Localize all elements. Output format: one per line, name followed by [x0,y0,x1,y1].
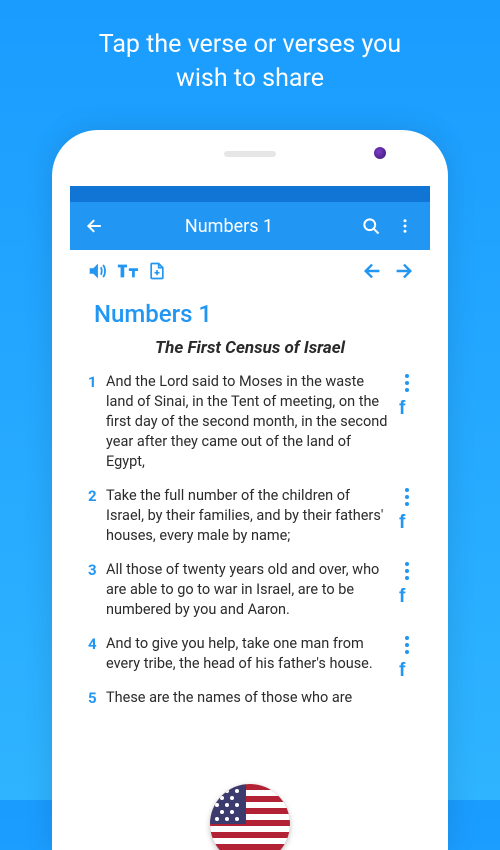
us-flag-icon [210,784,290,850]
verse-text: Take the full number of the children of … [106,487,383,544]
verse-number: 1 [88,372,97,393]
arrow-left-icon [85,216,105,236]
front-camera [374,147,386,159]
more-vert-icon [396,217,414,235]
verse-actions: f [399,634,414,677]
app-bar: Numbers 1 [70,202,430,250]
verse-actions: f [399,560,414,603]
facebook-share-button[interactable]: f [399,588,414,603]
verse-row[interactable]: 2 Take the full number of the children o… [84,486,416,546]
verse-more-button[interactable] [403,634,411,656]
overflow-button[interactable] [388,217,422,235]
verse-row[interactable]: 1 And the Lord said to Moses in the wast… [84,372,416,472]
verse-text: All those of twenty years old and over, … [106,561,379,618]
verse-row[interactable]: 3 All those of twenty years old and over… [84,560,416,620]
chapter-title: Numbers 1 [94,300,416,328]
note-add-button[interactable] [142,261,172,281]
phone-screen: Numbers 1 [70,186,430,850]
verse-number: 2 [88,486,97,507]
verse-text: And to give you help, take one man from … [106,635,373,672]
verse-more-button[interactable] [403,560,411,582]
text-size-icon [115,260,139,282]
search-icon [361,216,381,236]
prev-chapter-button[interactable] [358,260,388,282]
status-bar [70,186,430,202]
verse-row[interactable]: 4 And to give you help, take one man fro… [84,634,416,674]
verse-more-button[interactable] [403,486,411,508]
section-heading: The First Census of Israel [84,338,416,358]
verse-actions: f [399,372,414,415]
verse-text: These are the names of those who are [106,689,352,706]
text-size-button[interactable] [112,260,142,282]
promo-line2: wish to share [40,62,460,96]
toolbar [70,250,430,292]
reader-content[interactable]: Numbers 1 The First Census of Israel 1 A… [70,292,430,736]
phone-bezel-top [52,130,448,174]
verse-number: 5 [88,688,97,709]
next-chapter-button[interactable] [388,260,418,282]
appbar-title: Numbers 1 [104,216,354,237]
audio-button[interactable] [82,260,112,282]
verse-more-button[interactable] [403,372,411,394]
search-button[interactable] [354,216,388,236]
facebook-share-button[interactable]: f [399,400,414,415]
arrow-right-icon [392,260,414,282]
facebook-share-button[interactable]: f [399,514,414,529]
promo-line1: Tap the verse or verses you [40,28,460,62]
speaker-grille [224,151,276,157]
flag-badge[interactable] [210,784,290,850]
verse-number: 3 [88,560,97,581]
phone-frame: Numbers 1 [52,130,448,850]
speaker-icon [86,260,108,282]
arrow-left-icon [362,260,384,282]
promo-caption: Tap the verse or verses you wish to shar… [0,0,500,118]
note-add-icon [147,261,167,281]
verse-text: And the Lord said to Moses in the waste … [106,373,387,470]
verse-number: 4 [88,634,97,655]
facebook-share-button[interactable]: f [399,662,414,677]
verse-actions: f [399,486,414,529]
verse-row[interactable]: 5 These are the names of those who are [84,688,416,708]
